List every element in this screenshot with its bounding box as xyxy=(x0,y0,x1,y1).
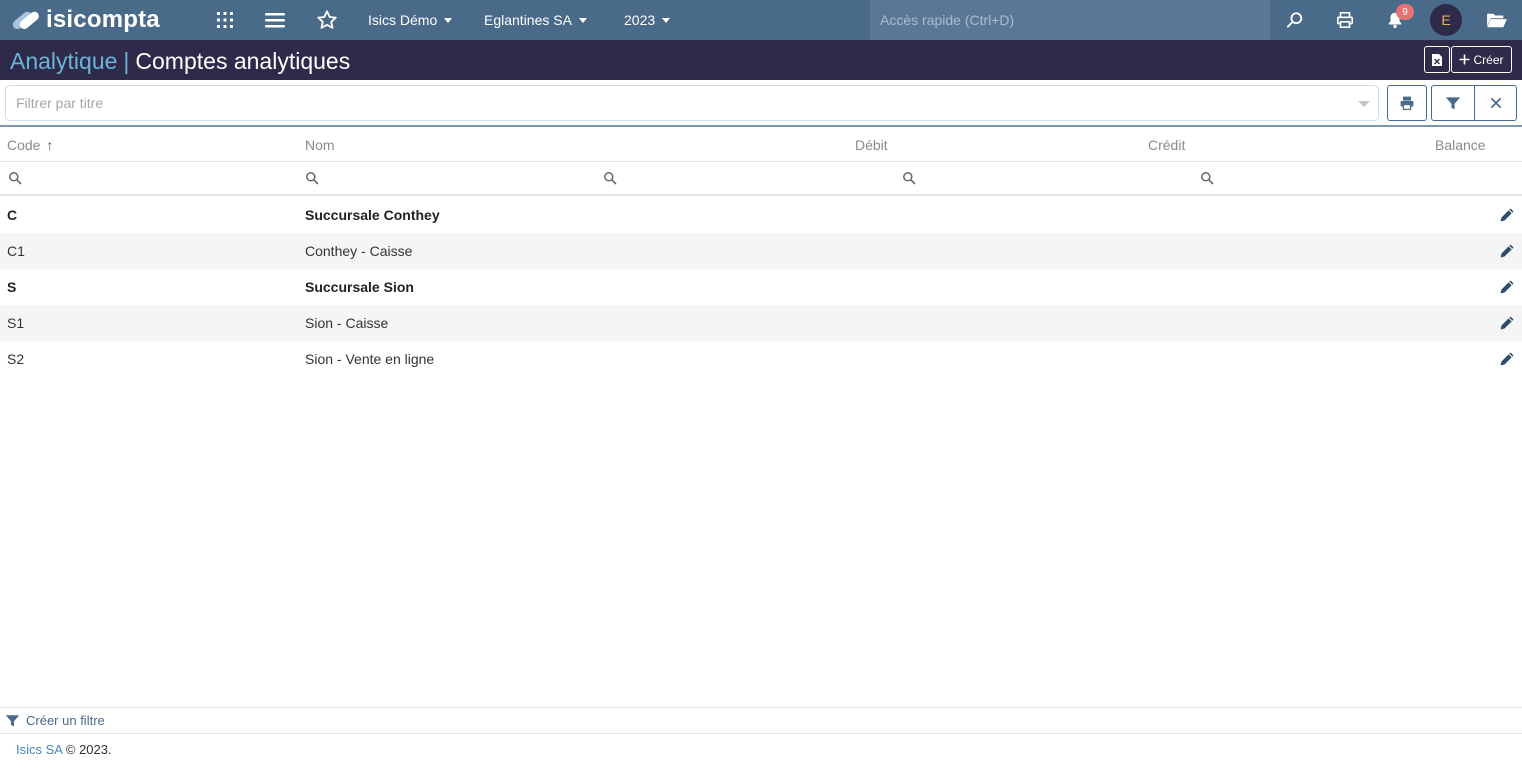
column-header-balance[interactable]: Balance xyxy=(1435,137,1486,153)
column-header-code[interactable]: Code ↑ xyxy=(7,137,53,153)
print-icon[interactable] xyxy=(1333,8,1357,32)
search-code-icon[interactable] xyxy=(8,171,22,185)
bottom-toolbar: Créer un filtre xyxy=(0,707,1522,734)
funnel-icon xyxy=(1445,97,1461,110)
page-subtitle: Comptes analytiques xyxy=(135,48,351,74)
pencil-icon[interactable] xyxy=(1499,243,1515,259)
apps-grid-icon[interactable] xyxy=(213,8,237,32)
company-dropdown-label: Eglantines SA xyxy=(484,12,572,28)
create-filter-link[interactable]: Créer un filtre xyxy=(5,713,105,728)
column-header-nom[interactable]: Nom xyxy=(305,137,335,153)
pencil-icon[interactable] xyxy=(1499,279,1515,295)
row-nom: Sion - Caisse xyxy=(305,315,389,331)
search-debit-icon[interactable] xyxy=(603,171,617,185)
search-icon[interactable] xyxy=(1283,8,1307,32)
table-row[interactable]: S2 Sion - Vente en ligne xyxy=(0,341,1522,377)
row-nom: Succursale Sion xyxy=(305,279,414,295)
table-body: C Succursale Conthey C1 Conthey - Caisse… xyxy=(0,197,1522,377)
column-search-row xyxy=(0,162,1522,196)
row-nom: Conthey - Caisse xyxy=(305,243,413,259)
footer-company-link[interactable]: Isics SA xyxy=(16,742,62,757)
folder-open-icon[interactable] xyxy=(1485,8,1509,32)
create-button-label: Créer xyxy=(1473,52,1504,67)
title-filter-input[interactable] xyxy=(6,86,1378,120)
close-icon xyxy=(1490,98,1501,108)
footer-copyright: © 2023. xyxy=(65,742,112,757)
excel-file-icon xyxy=(1432,53,1442,66)
chevron-down-icon[interactable] xyxy=(1358,101,1370,107)
column-header-code-label: Code xyxy=(7,137,41,153)
table-row[interactable]: S1 Sion - Caisse xyxy=(0,305,1522,341)
avatar[interactable]: E xyxy=(1430,4,1462,36)
table-row[interactable]: C Succursale Conthey xyxy=(0,197,1522,233)
row-code: S2 xyxy=(7,351,25,367)
organization-dropdown[interactable]: Isics Démo xyxy=(368,0,453,40)
logo-text: isicompta xyxy=(46,6,160,33)
table-header: Code ↑ Nom Débit Crédit Balance xyxy=(0,127,1522,162)
table-row[interactable]: C1 Conthey - Caisse xyxy=(0,233,1522,269)
quick-access-input[interactable] xyxy=(870,0,1270,40)
notifications-badge: 9 xyxy=(1396,4,1414,20)
filter-bar xyxy=(0,80,1522,127)
print-button[interactable] xyxy=(1387,85,1427,121)
column-header-debit[interactable]: Débit xyxy=(855,137,888,153)
company-dropdown[interactable]: Eglantines SA xyxy=(484,0,587,40)
funnel-icon xyxy=(5,715,20,727)
chevron-down-icon xyxy=(578,18,587,23)
star-icon[interactable] xyxy=(315,8,339,32)
row-code: C1 xyxy=(7,243,25,259)
fiscal-year-dropdown-label: 2023 xyxy=(624,12,656,28)
title-filter-select[interactable] xyxy=(5,85,1379,121)
row-code: S xyxy=(7,279,17,295)
row-code: C xyxy=(7,207,18,223)
table-row[interactable]: S Succursale Sion xyxy=(0,269,1522,305)
clear-filter-button[interactable] xyxy=(1474,85,1517,121)
logo-icon xyxy=(12,11,39,30)
menu-icon[interactable] xyxy=(263,8,287,32)
search-balance-icon[interactable] xyxy=(1200,171,1214,185)
pencil-icon[interactable] xyxy=(1499,351,1515,367)
sort-ascending-icon: ↑ xyxy=(46,137,54,153)
fiscal-year-dropdown[interactable]: 2023 xyxy=(624,0,671,40)
row-nom: Sion - Vente en ligne xyxy=(305,351,435,367)
pencil-icon[interactable] xyxy=(1499,207,1515,223)
chevron-down-icon xyxy=(444,18,453,23)
logo[interactable]: isicompta xyxy=(10,7,160,33)
row-code: S1 xyxy=(7,315,25,331)
export-excel-button[interactable] xyxy=(1424,46,1450,73)
organization-dropdown-label: Isics Démo xyxy=(368,12,438,28)
column-header-credit[interactable]: Crédit xyxy=(1148,137,1185,153)
print-icon xyxy=(1400,96,1414,110)
create-button[interactable]: Créer xyxy=(1451,46,1512,73)
plus-icon xyxy=(1459,54,1470,65)
search-credit-icon[interactable] xyxy=(902,171,916,185)
breadcrumb-section[interactable]: Analytique xyxy=(10,48,117,74)
page-title: Analytique | Comptes analytiques xyxy=(10,47,350,75)
search-nom-icon[interactable] xyxy=(305,171,319,185)
page-header: Analytique | Comptes analytiques Créer xyxy=(0,40,1522,80)
chevron-down-icon xyxy=(662,18,671,23)
breadcrumb-separator: | xyxy=(123,48,130,74)
top-navbar: isicompta Isics Démo Eglantines SA 2023 xyxy=(0,0,1522,40)
filter-button[interactable] xyxy=(1431,85,1475,121)
pencil-icon[interactable] xyxy=(1499,315,1515,331)
footer: Isics SA © 2023. xyxy=(16,742,112,757)
row-nom: Succursale Conthey xyxy=(305,207,440,223)
create-filter-label: Créer un filtre xyxy=(26,713,105,728)
